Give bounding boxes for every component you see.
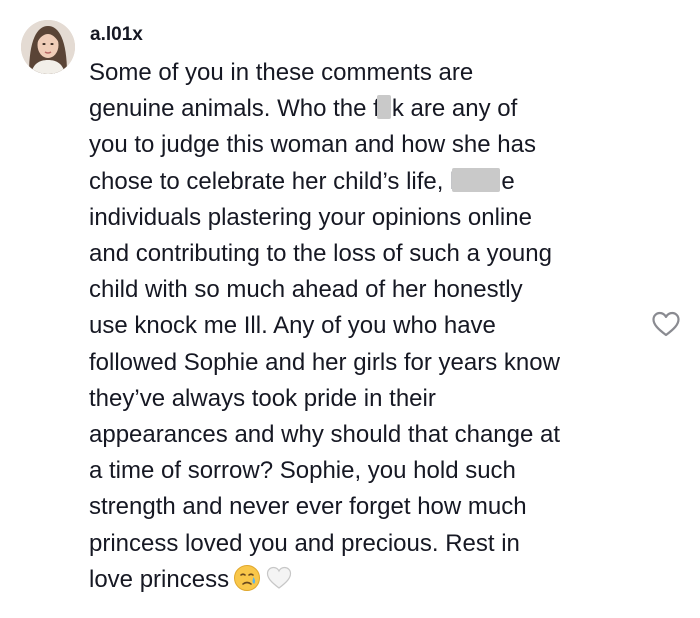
comment-text-segment: Some of you in these comments are: [89, 59, 474, 86]
comment-line: princess loved you and precious. Rest in: [89, 526, 649, 562]
comment-line: they’ve always took pride in their: [89, 381, 649, 417]
comment-text-segment: they’ve always took pride in their: [89, 384, 436, 412]
comment-text-segment: a time of sorrow? Sophie, you hold such: [89, 457, 516, 485]
comment-text-segment: individuals plastering your opinions onl…: [89, 203, 532, 231]
comment-line: appearances and why should that change a…: [89, 417, 649, 453]
comment-text-segment: princess loved you and precious. Rest in: [89, 529, 520, 557]
comment-text-segment: genuine animals. Who the f: [89, 95, 380, 123]
comment-line: chose to celebrate her child’s life, l e: [89, 164, 649, 200]
comment-text-segment: chose to celebrate her child’s life, l: [89, 167, 456, 195]
comment-line: individuals plastering your opinions onl…: [89, 200, 649, 236]
heart-outline-icon: [652, 311, 680, 337]
comment-text-segment: love princess: [89, 565, 230, 593]
comment-text: Some of you in these comments are genuin…: [89, 55, 649, 603]
comment-text-segment: you to judge this woman and how she has: [89, 131, 536, 159]
comment-line: a time of sorrow? Sophie, you hold such: [89, 453, 649, 489]
comment-text-segment: use knock me Ill. Any of you who have: [89, 312, 496, 340]
comment-line: and contributing to the loss of such a y…: [89, 236, 649, 272]
crying-face-emoji: [233, 564, 261, 603]
comment-text-segment: appearances and why should that change a…: [89, 421, 561, 449]
like-button[interactable]: [651, 310, 681, 338]
comment-line: genuine animals. Who the f k are any of: [89, 91, 649, 127]
censor-block: [376, 95, 391, 120]
comment-text-segment: followed Sophie and her girls for years …: [89, 348, 560, 376]
comment-line: Some of you in these comments are: [89, 55, 649, 91]
comment-line: you to judge this woman and how she has: [89, 127, 649, 163]
comment-text-segment: strength and never ever forget how much: [89, 493, 527, 521]
white-heart-emoji: [265, 564, 293, 603]
avatar[interactable]: [21, 20, 75, 74]
user-avatar-photo: [21, 20, 75, 74]
comment-line: child with so much ahead of her honestly: [89, 272, 649, 308]
comment-text-segment: e: [501, 167, 515, 195]
username[interactable]: a.l01x: [90, 24, 143, 46]
comment-item: a.l01x Some of you in these comments are…: [0, 0, 700, 618]
comment-line: followed Sophie and her girls for years …: [89, 345, 649, 381]
comment-text-segment: k are any of: [391, 95, 518, 123]
comment-line: strength and never ever forget how much: [89, 489, 649, 525]
comment-text-segment: child with so much ahead of her honestly: [89, 276, 523, 304]
comment-text-segment: and contributing to the loss of such a y…: [89, 240, 552, 268]
censor-block: [452, 167, 501, 192]
comment-line: use knock me Ill. Any of you who have: [89, 308, 649, 344]
comment-line: love princess: [89, 562, 649, 603]
